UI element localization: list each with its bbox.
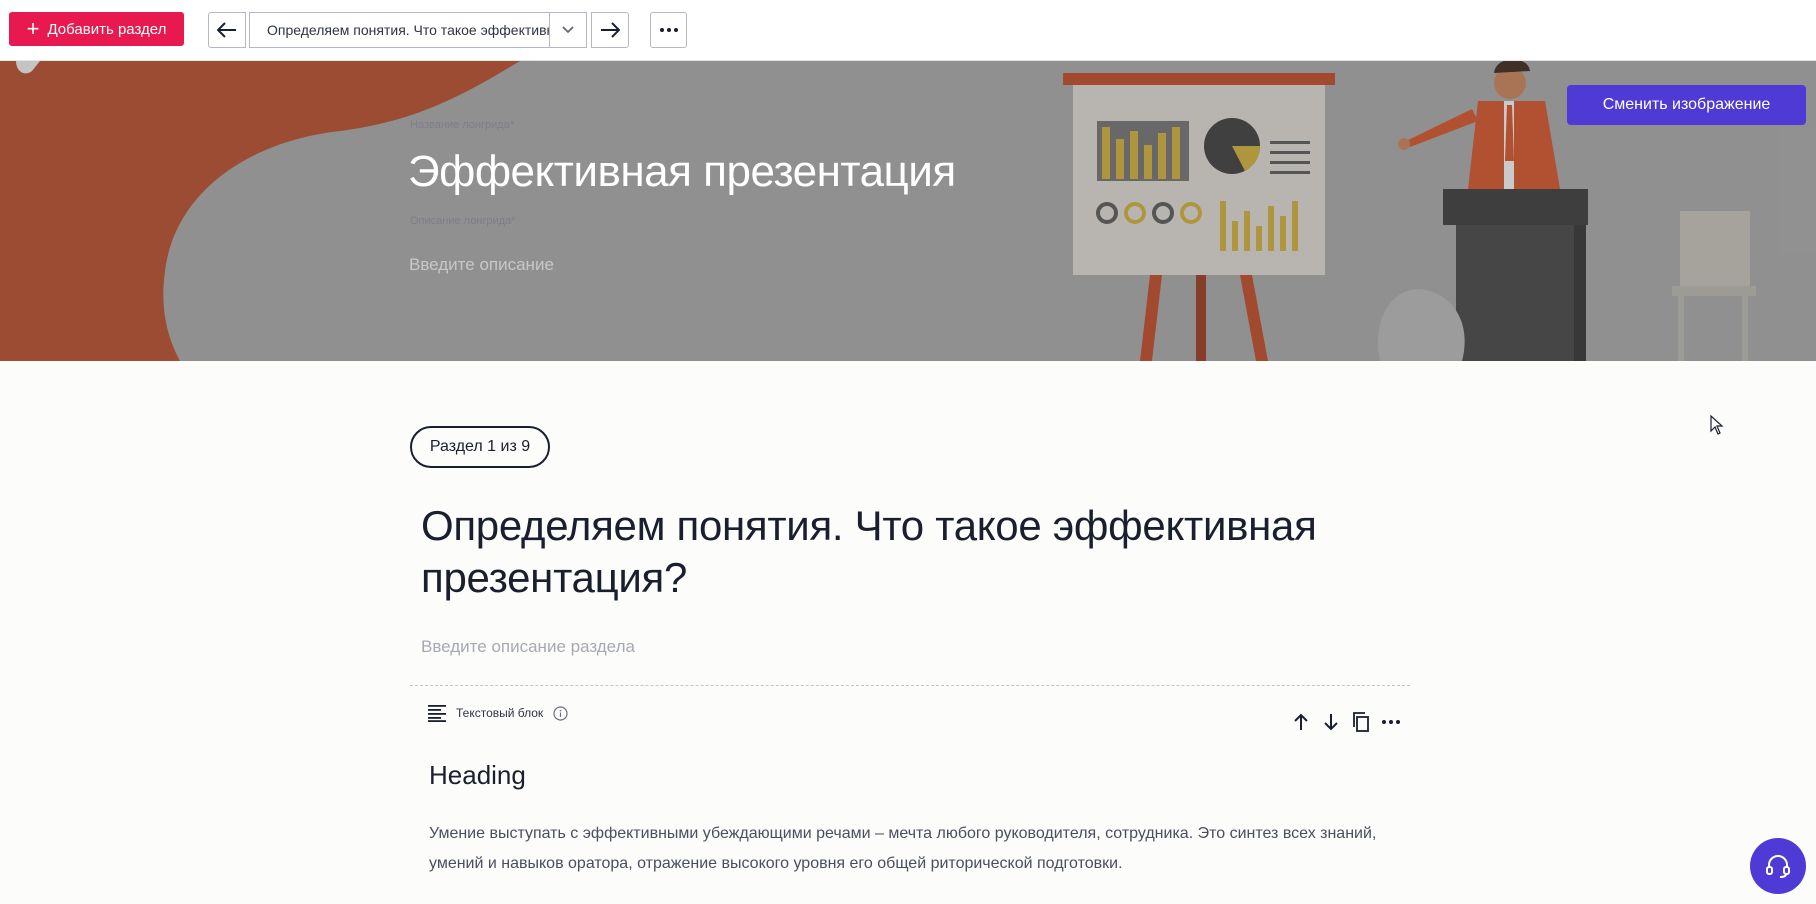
chevron-down-icon[interactable] [549, 13, 586, 47]
move-down-button[interactable] [1320, 708, 1342, 736]
info-icon[interactable] [553, 705, 568, 721]
section-description-input[interactable]: Введите описание раздела [421, 637, 635, 657]
block-text[interactable]: Умение выступать с эффективными убеждающ… [429, 819, 1409, 879]
arrow-up-icon [1294, 713, 1308, 730]
plus-icon: + [26, 16, 40, 41]
block-actions [1290, 708, 1402, 736]
next-section-button[interactable] [591, 12, 629, 48]
section-counter-badge: Раздел 1 из 9 [410, 426, 550, 468]
block-more-button[interactable] [1380, 708, 1402, 736]
section-select[interactable]: Определяем понятия. Что такое эффективна… [249, 12, 587, 48]
section-divider [410, 685, 1410, 686]
arrow-down-icon [1324, 714, 1338, 731]
support-chat-button[interactable] [1750, 838, 1806, 894]
add-section-label: Добавить раздел [47, 20, 167, 38]
text-block-icon [428, 705, 446, 722]
arrow-left-icon [217, 22, 236, 38]
banner-desc-label: Описание лонгрида* [410, 215, 516, 227]
longread-description-input[interactable]: Введите описание [409, 255, 554, 275]
cover-banner: Название лонгрида* Эффективная презентац… [0, 61, 1816, 361]
section-select-value: Определяем понятия. Что такое эффективна… [267, 22, 549, 38]
top-toolbar: + Добавить раздел Определяем понятия. Чт… [0, 0, 1816, 61]
section-title[interactable]: Определяем понятия. Что такое эффективна… [421, 500, 1421, 604]
previous-section-button[interactable] [208, 12, 246, 48]
add-section-button[interactable]: + Добавить раздел [9, 12, 184, 46]
headset-icon [1766, 855, 1790, 878]
mouse-cursor-icon [1710, 415, 1724, 435]
copy-icon [1353, 712, 1369, 732]
more-horizontal-icon [1382, 720, 1400, 724]
more-options-button[interactable] [650, 12, 687, 48]
arrow-right-icon [601, 22, 620, 38]
change-image-button[interactable]: Сменить изображение [1567, 85, 1806, 125]
copy-block-button[interactable] [1350, 708, 1372, 736]
banner-overlay [0, 61, 1816, 361]
longread-title-input[interactable]: Эффективная презентация [408, 147, 956, 197]
block-type-text: Текстовый блок [456, 706, 544, 720]
block-type-label: Текстовый блок [428, 704, 568, 722]
more-horizontal-icon [659, 28, 678, 32]
banner-title-label: Название лонгрида* [410, 119, 515, 131]
move-up-button[interactable] [1290, 708, 1312, 736]
block-heading[interactable]: Heading [429, 760, 526, 791]
